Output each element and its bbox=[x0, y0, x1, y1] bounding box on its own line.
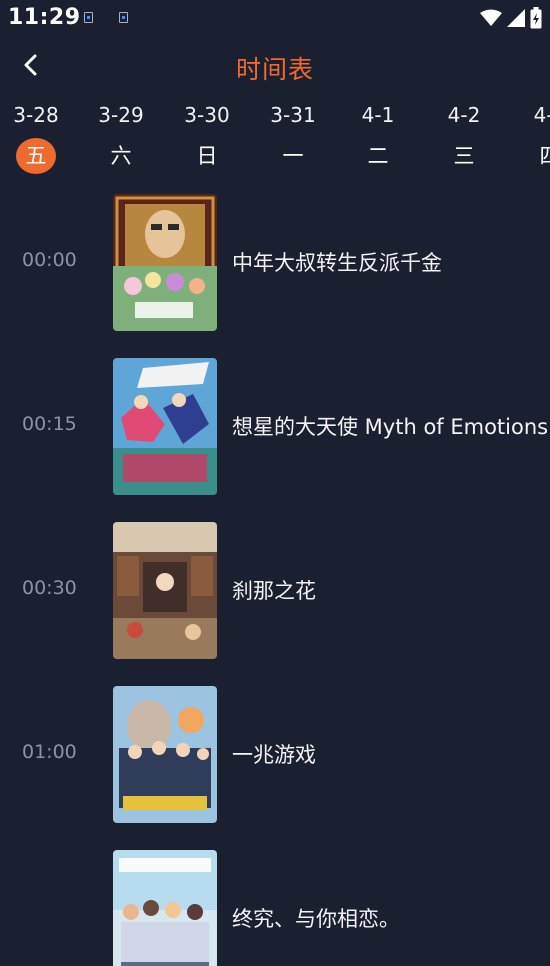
date-tab-4-3[interactable]: 4-3 四 bbox=[510, 98, 550, 182]
status-bar: 11:29 bbox=[0, 0, 550, 36]
weekday-label: 三 bbox=[453, 144, 475, 168]
air-time: 00:15 bbox=[22, 413, 77, 435]
schedule-row[interactable]: 终究、与你相恋。 bbox=[0, 841, 550, 966]
anime-title: 刹那之花 bbox=[232, 579, 316, 603]
status-icons bbox=[475, 7, 542, 29]
page-title: 时间表 bbox=[235, 55, 314, 84]
anime-title: 终究、与你相恋。 bbox=[232, 907, 400, 931]
anime-cover-image bbox=[113, 850, 217, 966]
schedule-row[interactable]: 00:00 中年大叔转生反派千金 bbox=[0, 185, 550, 335]
battery-charging-icon bbox=[530, 7, 542, 29]
schedule-row[interactable]: 00:30 刹那之花 bbox=[0, 513, 550, 663]
date-tab-3-31[interactable]: 3-31 一 bbox=[253, 98, 333, 182]
schedule-row[interactable]: 01:00 一兆游戏 bbox=[0, 677, 550, 827]
anime-title: 想星的大天使 Myth of Emotions bbox=[232, 415, 549, 439]
air-time: 01:00 bbox=[22, 741, 77, 763]
date-label: 3-28 bbox=[13, 103, 59, 127]
anime-title: 一兆游戏 bbox=[232, 743, 316, 767]
date-strip: 3-28 五 3-29 六 3-30 日 3-31 一 4-1 二 4-2 三 … bbox=[0, 98, 550, 182]
weekday-label: 日 bbox=[196, 144, 218, 168]
anime-cover-image bbox=[113, 194, 217, 331]
header: 时间表 bbox=[0, 40, 550, 94]
weekday-label: 六 bbox=[110, 144, 132, 168]
notification-icon bbox=[84, 12, 93, 23]
date-label: 4-2 bbox=[447, 103, 481, 127]
date-tab-4-2[interactable]: 4-2 三 bbox=[424, 98, 504, 182]
date-tab-4-1[interactable]: 4-1 二 bbox=[338, 98, 418, 182]
schedule-row[interactable]: 00:15 想星的大天使 Myth of Emotions bbox=[0, 349, 550, 499]
date-label: 3-29 bbox=[98, 103, 144, 127]
date-label: 4-1 bbox=[361, 103, 395, 127]
notification-icon bbox=[119, 12, 128, 23]
status-time: 11:29 bbox=[8, 5, 81, 30]
anime-cover-image bbox=[113, 358, 217, 495]
date-tab-3-29[interactable]: 3-29 六 bbox=[81, 98, 161, 182]
weekday-label: 二 bbox=[367, 144, 389, 168]
anime-title: 中年大叔转生反派千金 bbox=[232, 251, 442, 275]
date-tab-3-28[interactable]: 3-28 五 bbox=[0, 98, 76, 182]
weekday-label-selected: 五 bbox=[16, 138, 56, 174]
wifi-icon bbox=[480, 9, 502, 27]
date-tab-3-30[interactable]: 3-30 日 bbox=[167, 98, 247, 182]
date-label: 3-30 bbox=[184, 103, 230, 127]
anime-cover-image bbox=[113, 686, 217, 823]
weekday-label: 一 bbox=[282, 144, 304, 168]
weekday-label: 四 bbox=[530, 138, 550, 174]
signal-icon bbox=[507, 9, 525, 27]
air-time: 00:00 bbox=[22, 249, 77, 271]
date-label: 4-3 bbox=[533, 103, 550, 127]
date-label: 3-31 bbox=[270, 103, 316, 127]
anime-cover-image bbox=[113, 522, 217, 659]
air-time: 00:30 bbox=[22, 577, 77, 599]
schedule-list: 00:00 中年大叔转生反派千金 00:15 想星的大天使 Myth of Em… bbox=[0, 182, 550, 966]
